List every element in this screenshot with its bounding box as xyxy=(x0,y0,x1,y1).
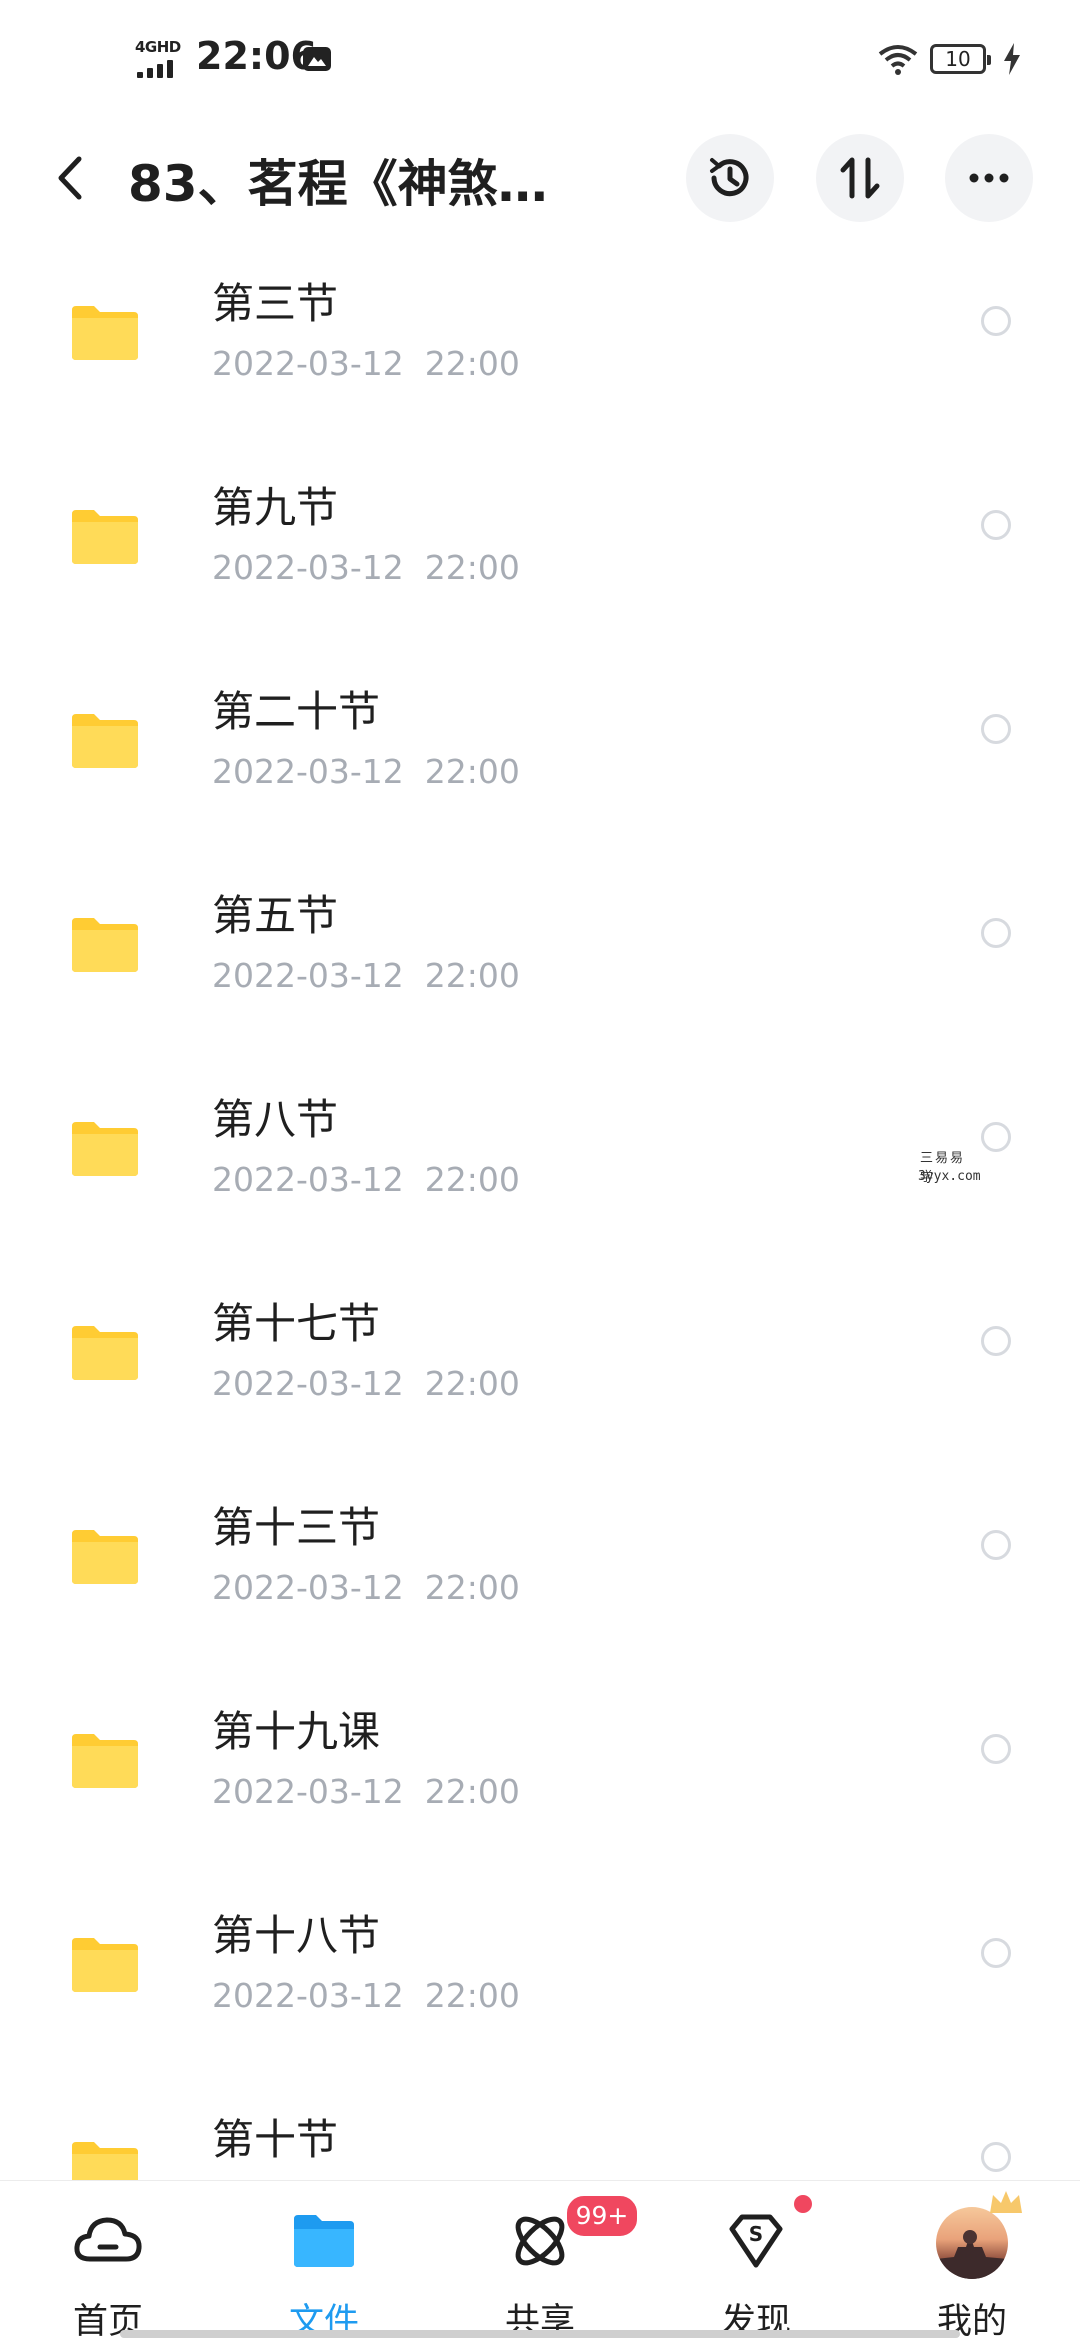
cloud-icon xyxy=(74,2217,142,2262)
discover-notification-dot xyxy=(794,2195,812,2213)
nav-share[interactable]: 99+ 共享 xyxy=(460,2181,640,2342)
folder-list-item[interactable]: 第二十节 2022-03-12 22:00 xyxy=(0,678,1080,882)
more-options-button[interactable] xyxy=(945,134,1033,222)
folder-modified-date: 2022-03-12 22:00 xyxy=(212,1364,520,1403)
folder-list-item[interactable]: 第九节 2022-03-12 22:00 xyxy=(0,474,1080,678)
folder-name: 第十八节 xyxy=(212,1911,381,1960)
back-button[interactable] xyxy=(40,148,100,208)
folder-name: 第九节 xyxy=(212,483,339,532)
network-type: 4GHD xyxy=(135,38,181,56)
svg-text:S: S xyxy=(749,2222,763,2246)
folder-name: 第八节 xyxy=(212,1095,339,1144)
home-indicator xyxy=(120,2330,960,2338)
folder-list-item[interactable]: 第十九课 2022-03-12 22:00 xyxy=(0,1698,1080,1902)
folder-list-item[interactable]: 第十三节 2022-03-12 22:00 xyxy=(0,1494,1080,1698)
select-checkbox[interactable] xyxy=(981,714,1011,744)
folder-icon xyxy=(72,306,138,360)
select-checkbox[interactable] xyxy=(981,1122,1011,1152)
folder-icon xyxy=(72,714,138,768)
page-title: 83、茗程《神煞八... xyxy=(128,155,568,213)
history-button[interactable] xyxy=(686,134,774,222)
battery-indicator: 10 xyxy=(930,44,991,74)
folder-list-item[interactable]: 第十七节 2022-03-12 22:00 xyxy=(0,1290,1080,1494)
folder-modified-date: 2022-03-12 22:00 xyxy=(212,1976,520,2015)
chevron-left-icon xyxy=(58,156,82,200)
select-checkbox[interactable] xyxy=(981,510,1011,540)
select-checkbox[interactable] xyxy=(981,2142,1011,2172)
charging-icon xyxy=(1004,43,1020,75)
nav-discover[interactable]: S 发现 xyxy=(676,2181,836,2342)
folder-icon xyxy=(72,1938,138,1992)
discover-diamond-icon: S xyxy=(729,2214,783,2268)
sort-icon xyxy=(840,157,880,199)
folder-modified-date: 2022-03-12 22:00 xyxy=(212,1160,520,1199)
sort-button[interactable] xyxy=(816,134,904,222)
folder-modified-date: 2022-03-12 22:00 xyxy=(212,344,520,383)
folder-name: 第十三节 xyxy=(212,1503,381,1552)
status-bar: 4GHD 22:06 10 xyxy=(0,0,1080,120)
folder-name: 第十九课 xyxy=(212,1707,381,1756)
avatar xyxy=(936,2207,1008,2279)
folder-list-item[interactable]: 第十节 xyxy=(0,2106,1080,2180)
select-checkbox[interactable] xyxy=(981,306,1011,336)
file-list: 第三节 2022-03-12 22:00 第九节 2022-03-12 22:00 第二… xyxy=(0,260,1080,2180)
select-checkbox[interactable] xyxy=(981,1326,1011,1356)
folder-modified-date: 2022-03-12 22:00 xyxy=(212,956,520,995)
watermark-text-en: 3yyx.com xyxy=(918,1169,981,1184)
folder-name: 第十七节 xyxy=(212,1299,381,1348)
folder-name: 第二十节 xyxy=(212,687,381,736)
folder-modified-date: 2022-03-12 22:00 xyxy=(212,1772,520,1811)
folder-icon xyxy=(72,918,138,972)
select-checkbox[interactable] xyxy=(981,1938,1011,1968)
nav-home[interactable]: 首页 xyxy=(28,2181,188,2342)
select-checkbox[interactable] xyxy=(981,918,1011,948)
status-time: 22:06 xyxy=(196,34,317,78)
top-app-bar: 83、茗程《神煞八... xyxy=(0,120,1080,260)
folder-list-item[interactable]: 第三节 2022-03-12 22:00 xyxy=(0,270,1080,474)
nav-files[interactable]: 文件 xyxy=(244,2181,404,2342)
folder-name: 第十节 xyxy=(212,2115,339,2164)
nav-mine[interactable]: 我的 xyxy=(892,2181,1052,2342)
folder-modified-date: 2022-03-12 22:00 xyxy=(212,1568,520,1607)
select-checkbox[interactable] xyxy=(981,1530,1011,1560)
folder-icon xyxy=(72,2142,138,2180)
folder-name: 第三节 xyxy=(212,279,339,328)
folder-icon xyxy=(72,1326,138,1380)
folder-icon xyxy=(72,510,138,564)
watermark: 三易易学 3yyx.com xyxy=(822,1145,981,1205)
folder-modified-date: 2022-03-12 22:00 xyxy=(212,548,520,587)
folder-name: 第五节 xyxy=(212,891,339,940)
folder-icon xyxy=(72,1122,138,1176)
wifi-icon xyxy=(878,45,918,75)
history-icon xyxy=(710,158,749,197)
more-horizontal-icon xyxy=(969,173,1009,183)
folder-list-item[interactable]: 第五节 2022-03-12 22:00 xyxy=(0,882,1080,1086)
folder-icon xyxy=(72,1530,138,1584)
bottom-navigation: 首页 文件 99+ 共享 S 发现 我的 xyxy=(0,2180,1080,2342)
share-badge: 99+ xyxy=(564,2193,640,2239)
cellular-signal-icon: 4GHD xyxy=(135,38,187,78)
crown-icon xyxy=(990,2191,1022,2213)
select-checkbox[interactable] xyxy=(981,1734,1011,1764)
folder-icon xyxy=(72,1734,138,1788)
gallery-notification-icon xyxy=(303,47,331,71)
folder-filled-icon xyxy=(294,2215,354,2267)
folder-modified-date: 2022-03-12 22:00 xyxy=(212,752,520,791)
folder-list-item[interactable]: 第十八节 2022-03-12 22:00 xyxy=(0,1902,1080,2106)
